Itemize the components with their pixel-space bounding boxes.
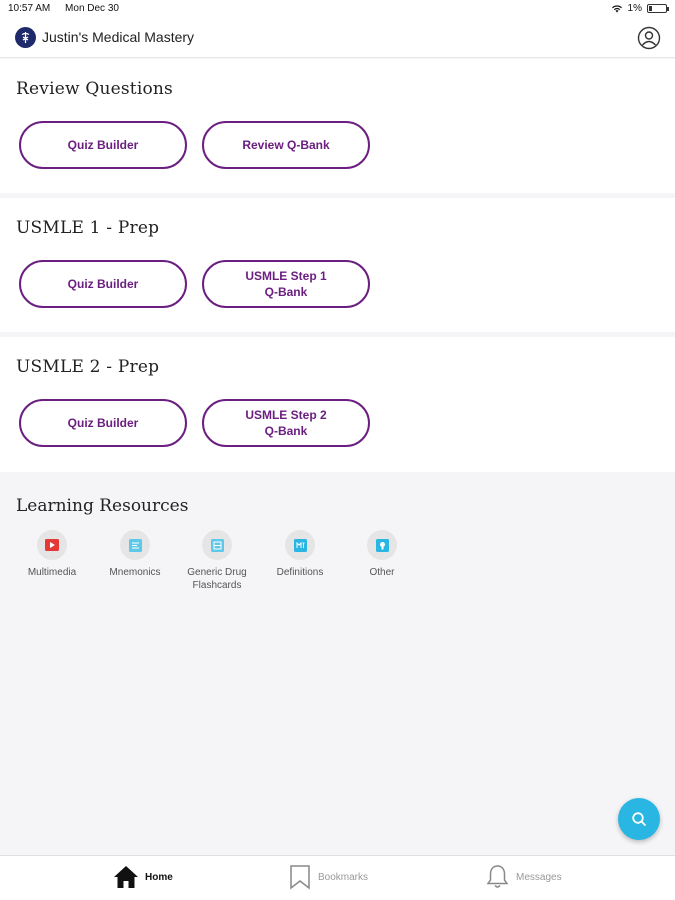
resource-generic-drug-flashcards[interactable]: Generic Drug Flashcards	[177, 530, 257, 592]
resource-mnemonics[interactable]: Mnemonics	[95, 530, 175, 579]
quiz-builder-button[interactable]: Quiz Builder	[19, 399, 187, 447]
review-questions-section: Review Questions Quiz Builder Review Q-B…	[0, 59, 675, 193]
lightbulb-icon	[375, 538, 389, 552]
quiz-builder-button[interactable]: Quiz Builder	[19, 121, 187, 169]
resource-other[interactable]: Other	[342, 530, 422, 579]
status-date: Mon Dec 30	[65, 3, 119, 14]
usmle-2-prep-section: USMLE 2 - Prep Quiz Builder USMLE Step 2…	[0, 337, 675, 472]
tab-bookmarks[interactable]: Bookmarks	[288, 864, 368, 890]
section-title: Review Questions	[16, 79, 173, 99]
resource-multimedia[interactable]: Multimedia	[12, 530, 92, 579]
tab-bar: Home Bookmarks Messages	[0, 855, 675, 900]
tab-label: Messages	[516, 871, 562, 883]
resource-label: Generic Drug Flashcards	[187, 567, 247, 591]
search-icon	[632, 812, 646, 826]
mnemonics-icon	[128, 538, 142, 552]
wifi-icon	[611, 5, 622, 13]
tab-label: Home	[145, 871, 173, 883]
resource-definitions[interactable]: Definitions	[260, 530, 340, 579]
app-title: Justin's Medical Mastery	[42, 29, 195, 45]
status-time: 10:57 AM	[8, 3, 51, 14]
quiz-builder-button[interactable]: Quiz Builder	[19, 260, 187, 308]
status-bar: 10:57 AM Mon Dec 30 1%	[0, 0, 675, 18]
profile-icon[interactable]	[637, 26, 661, 50]
usmle-1-prep-section: USMLE 1 - Prep Quiz Builder USMLE Step 1…	[0, 198, 675, 332]
review-q-bank-button[interactable]: Review Q-Bank	[202, 121, 370, 169]
section-title: USMLE 1 - Prep	[16, 218, 160, 238]
usmle-step-1-q-bank-button[interactable]: USMLE Step 1 Q-Bank	[202, 260, 370, 308]
flashcards-icon	[210, 538, 224, 552]
tab-home[interactable]: Home	[113, 864, 173, 890]
battery-percent: 1%	[627, 3, 642, 14]
app-logo	[15, 27, 36, 48]
resource-label: Mnemonics	[109, 567, 161, 578]
definitions-icon	[293, 538, 307, 552]
bell-icon	[486, 865, 509, 888]
search-button[interactable]	[618, 798, 660, 840]
resource-label: Other	[369, 567, 395, 578]
tab-label: Bookmarks	[318, 871, 369, 883]
section-title: Learning Resources	[16, 496, 189, 516]
section-title: USMLE 2 - Prep	[16, 357, 160, 377]
battery-icon	[647, 4, 669, 13]
usmle-step-2-q-bank-button[interactable]: USMLE Step 2 Q-Bank	[202, 399, 370, 447]
tab-messages[interactable]: Messages	[485, 864, 562, 890]
resource-label: Multimedia	[27, 567, 77, 578]
home-icon	[114, 866, 138, 888]
resource-label: Definitions	[276, 567, 324, 578]
play-video-icon	[45, 539, 59, 551]
bookmark-icon	[290, 865, 310, 890]
app-header: Justin's Medical Mastery	[0, 18, 675, 58]
